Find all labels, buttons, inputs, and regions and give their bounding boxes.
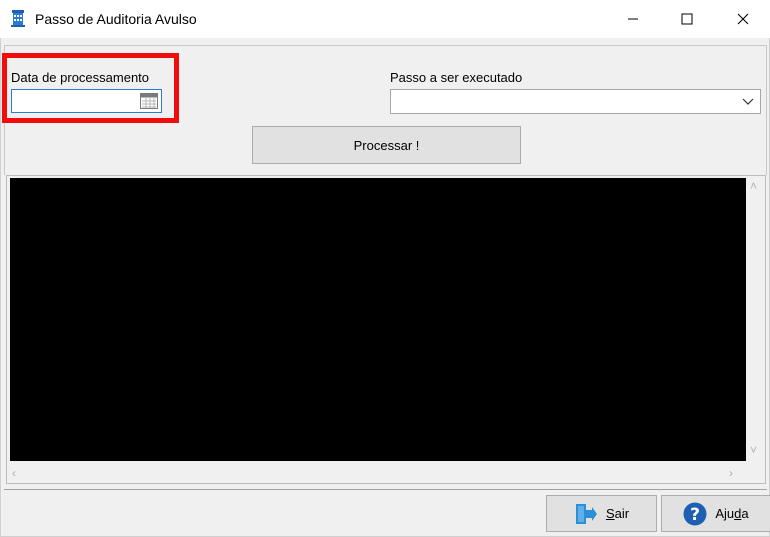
scroll-right-icon[interactable]: › <box>729 467 733 479</box>
close-button[interactable] <box>720 0 766 38</box>
minimize-button[interactable] <box>610 0 656 38</box>
calendar-icon[interactable] <box>140 93 158 109</box>
processing-date-field[interactable] <box>11 89 162 113</box>
scroll-up-icon[interactable]: ˄ <box>750 180 757 192</box>
svg-text:?: ? <box>690 505 700 525</box>
minimize-icon <box>628 18 638 20</box>
scroll-down-icon[interactable]: ˅ <box>750 444 757 456</box>
close-icon <box>737 13 749 25</box>
exit-button[interactable]: Sair <box>546 495 657 532</box>
chevron-down-icon <box>742 98 754 105</box>
help-button[interactable]: ? Ajuda <box>661 495 770 532</box>
window-client-area: Data de processamento Passo a ser execut… <box>0 38 770 537</box>
step-select[interactable] <box>390 89 761 114</box>
maximize-icon <box>681 13 693 25</box>
process-button[interactable]: Processar ! <box>252 126 521 164</box>
footer-separator <box>4 489 767 490</box>
title-bar: Passo de Auditoria Avulso <box>0 0 770 38</box>
help-button-label: Ajuda <box>715 506 749 521</box>
maximize-button[interactable] <box>664 0 710 38</box>
output-log[interactable] <box>10 178 746 461</box>
date-label: Data de processamento <box>11 70 150 85</box>
help-icon: ? <box>683 502 707 525</box>
scroll-left-icon[interactable]: ‹ <box>12 467 16 479</box>
vertical-scrollbar[interactable]: ˄ ˅ <box>746 176 763 461</box>
exit-button-label: Sair <box>605 506 630 521</box>
output-log-frame: ˄ ˅ ‹ › <box>6 175 766 484</box>
step-label: Passo a ser executado <box>390 70 523 85</box>
app-building-icon <box>11 10 25 27</box>
horizontal-scrollbar[interactable]: ‹ › <box>7 463 745 483</box>
window-title: Passo de Auditoria Avulso <box>35 11 197 27</box>
exit-door-icon <box>575 503 597 524</box>
